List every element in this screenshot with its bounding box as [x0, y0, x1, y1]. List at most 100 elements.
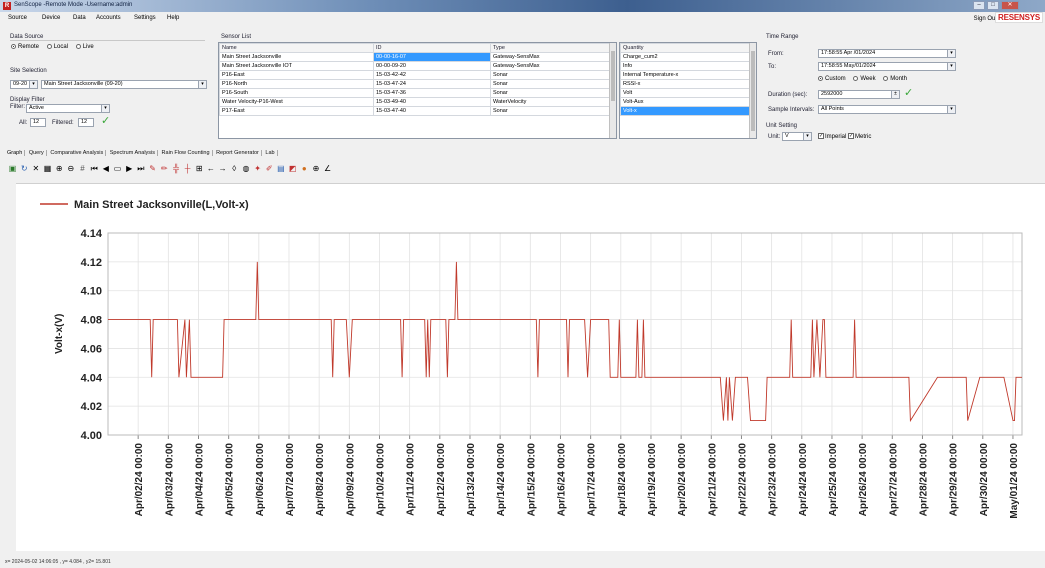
sensor-list-scrollbar[interactable] — [609, 43, 616, 138]
filter-select[interactable]: Active ▾ — [26, 104, 110, 113]
clear-icon[interactable]: ✕ — [31, 164, 40, 173]
menu-device[interactable]: Device — [42, 15, 60, 21]
list-item[interactable]: Internal Temperature-x — [620, 70, 756, 80]
measure-icon[interactable]: ∠ — [323, 164, 332, 173]
pencil-icon[interactable]: ✐ — [265, 164, 274, 173]
scroll-thumb[interactable] — [751, 51, 755, 131]
sign-out-link[interactable]: Sign Out — [974, 16, 997, 22]
crosshair-icon[interactable]: ┼ — [183, 164, 192, 173]
menu-source[interactable]: Source — [8, 15, 27, 21]
menu-data[interactable]: Data — [73, 15, 86, 21]
next-icon[interactable]: ▶ — [125, 164, 134, 173]
minimize-button[interactable]: – — [973, 1, 985, 10]
from-datetime-picker[interactable]: 17:58:55 Apr /01/2024 ▾ — [818, 49, 956, 58]
stepper-icon[interactable]: ± — [891, 91, 899, 98]
quantity-list[interactable]: Quantity Charge_cum2 Info Internal Tempe… — [619, 42, 757, 139]
chart-area[interactable]: Main Street Jacksonville(L,Volt-x) Volt-… — [16, 183, 1045, 551]
radio-local[interactable]: Local — [46, 44, 68, 50]
table-row[interactable]: P16-North 15-03-47-24 Sonar — [219, 79, 616, 89]
duration-input[interactable]: 2592000 ± — [818, 90, 900, 99]
radio-remote[interactable]: Remote — [11, 44, 39, 50]
list-item[interactable]: Volt — [620, 88, 756, 98]
last-icon[interactable]: ⏭ — [136, 164, 145, 173]
menu-accounts[interactable]: Accounts — [96, 15, 121, 21]
radio-week[interactable]: Week — [853, 76, 876, 82]
checkmark-icon[interactable]: ✓ — [101, 116, 110, 127]
save-icon[interactable]: ▣ — [8, 164, 17, 173]
tab-spectrum-analysis[interactable]: Spectrum Analysis — [108, 150, 159, 156]
calculator-icon[interactable]: ▦ — [43, 164, 52, 173]
image-icon[interactable]: ◩ — [288, 164, 297, 173]
x-tick-label: Apr/23/24 00:00 — [768, 443, 779, 517]
table-icon[interactable]: ⊞ — [195, 164, 204, 173]
time-range-label: Time Range — [766, 34, 799, 40]
metric-checkbox[interactable]: ✓ Metric — [848, 133, 871, 140]
tab-lab[interactable]: Lab — [263, 150, 278, 156]
cursor-icon[interactable]: ╬ — [171, 164, 180, 173]
back-arrow-icon[interactable]: ← — [206, 164, 215, 173]
scroll-thumb[interactable] — [611, 51, 615, 101]
column-header-id[interactable]: ID — [373, 43, 491, 53]
list-item[interactable]: Charge_cum2 — [620, 52, 756, 62]
tab-graph[interactable]: Graph — [5, 150, 26, 156]
column-header-quantity[interactable]: Quantity — [620, 43, 756, 53]
chevron-down-icon: ▾ — [947, 50, 955, 57]
to-datetime-picker[interactable]: 17:58:55 May/01/2024 ▾ — [818, 62, 956, 71]
tab-rain-flow-counting[interactable]: Rain Flow Counting — [160, 150, 213, 156]
table-row[interactable]: P16-South 15-03-47-36 Sonar — [219, 88, 616, 98]
first-icon[interactable]: ⏮ — [90, 164, 99, 173]
x-tick-label: Apr/03/24 00:00 — [164, 443, 175, 517]
sensor-list-table[interactable]: Name ID Type Main Street Jacksonville 00… — [218, 42, 617, 139]
forward-arrow-icon[interactable]: → — [218, 164, 227, 173]
radio-month[interactable]: Month — [883, 76, 907, 82]
x-tick-label: Apr/07/24 00:00 — [285, 443, 296, 517]
table-row[interactable]: Water Velocity-P16-West 15-03-49-40 Wate… — [219, 97, 616, 107]
close-button[interactable]: ✕ — [1001, 1, 1019, 10]
checkmark-icon[interactable]: ✓ — [904, 88, 913, 99]
quantity-list-scrollbar[interactable] — [749, 43, 756, 138]
table-row[interactable]: Main Street Jacksonville IOT 00-00-09-20… — [219, 61, 616, 71]
sample-interval-select[interactable]: All Points ▾ — [818, 105, 956, 114]
tab-query[interactable]: Query — [27, 150, 47, 156]
maximize-button[interactable]: □ — [987, 1, 999, 10]
unit-select[interactable]: V ▾ — [782, 132, 812, 141]
marker-drop-icon[interactable]: ◊ — [230, 164, 239, 173]
tab-comparative-analysis[interactable]: Comparative Analysis — [48, 150, 107, 156]
screen-icon[interactable]: ▭ — [113, 164, 122, 173]
radio-live[interactable]: Live — [75, 44, 94, 50]
table-row[interactable]: P17-East 15-03-47-40 Sonar — [219, 106, 616, 116]
table-row[interactable]: Main Street Jacksonville 00-00-16-07 Gat… — [219, 52, 616, 62]
tab-report-generator[interactable]: Report Generator — [214, 150, 262, 156]
menu-help[interactable]: Help — [167, 15, 179, 21]
export-icon[interactable]: ▤ — [276, 164, 285, 173]
table-row[interactable]: P16-East 15-03-42-42 Sonar — [219, 70, 616, 80]
marker-icon[interactable]: ✏ — [160, 164, 169, 173]
zoom-in-icon[interactable]: ⊕ — [55, 164, 64, 173]
site-select[interactable]: Main Street Jacksonville (09-20) ▾ — [41, 80, 207, 89]
menu-settings[interactable]: Settings — [134, 15, 156, 21]
x-tick-label: Apr/13/24 00:00 — [466, 443, 477, 517]
grid-icon[interactable]: # — [78, 164, 87, 173]
pin-icon[interactable]: ✦ — [253, 164, 262, 173]
refresh-icon[interactable]: ↻ — [20, 164, 29, 173]
pen-icon[interactable]: ✎ — [148, 164, 157, 173]
target-icon[interactable]: ⊕ — [311, 164, 320, 173]
previous-icon[interactable]: ◀ — [101, 164, 110, 173]
imperial-checkbox[interactable]: ✓ Imperial — [818, 133, 846, 140]
list-item[interactable]: Volt-Aux — [620, 97, 756, 107]
line-chart[interactable]: Main Street Jacksonville(L,Volt-x) Volt-… — [16, 184, 1045, 552]
column-header-type[interactable]: Type — [490, 43, 616, 53]
column-header-name[interactable]: Name — [219, 43, 374, 53]
color-wheel-icon[interactable]: ● — [300, 164, 309, 173]
y-tick-label: 4.04 — [81, 372, 103, 384]
radio-custom[interactable]: Custom — [818, 76, 846, 82]
list-item[interactable]: RSSI-x — [620, 79, 756, 89]
bucket-icon[interactable]: ◍ — [241, 164, 250, 173]
series-line — [108, 261, 1022, 423]
site-code-select[interactable]: 09-20 ▾ — [10, 80, 38, 89]
list-item[interactable]: Volt-x — [620, 106, 756, 116]
list-item[interactable]: Info — [620, 61, 756, 71]
zoom-out-icon[interactable]: ⊖ — [66, 164, 75, 173]
radio-icon — [75, 44, 81, 49]
chevron-down-icon: ▾ — [29, 81, 37, 88]
